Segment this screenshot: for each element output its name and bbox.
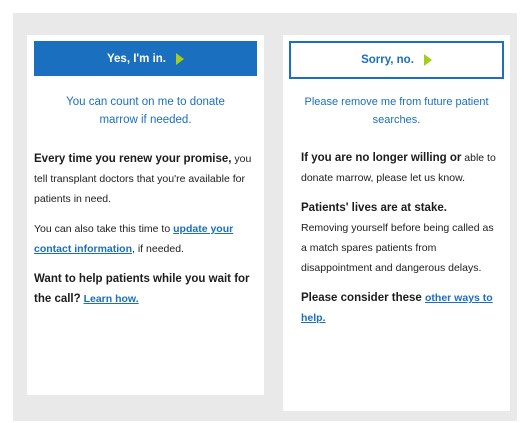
arrow-right-icon (175, 52, 184, 65)
learn-how-link[interactable]: Learn how. (84, 293, 139, 305)
stakes-rest: Removing yourself before being called as… (301, 222, 494, 274)
choice-frame: Yes, I'm in. You can count on me to dona… (13, 13, 517, 421)
other-ways-lead: Please consider these (301, 292, 426, 304)
yes-card: Yes, I'm in. You can count on me to dona… (27, 35, 264, 395)
no-button-label: Sorry, no. (361, 54, 414, 66)
yes-button-label: Yes, I'm in. (107, 52, 166, 65)
stakes-lead: Patients' lives are at stake. (301, 202, 447, 214)
no-tagline: Please remove me from future patient sea… (304, 96, 489, 126)
unwilling-lead: If you are no longer willing or (301, 152, 462, 164)
update-paragraph: You can also take this time to update yo… (34, 219, 257, 259)
renew-lead: Every time you renew your promise, (34, 153, 232, 165)
yes-body: Every time you renew your promise, you t… (34, 149, 257, 309)
update-after: , if needed. (132, 243, 184, 255)
help-lead: Want to help patients while you wait for… (34, 273, 250, 305)
no-body: If you are no longer willing or able to … (289, 148, 504, 328)
no-card: Sorry, no. Please remove me from future … (283, 35, 510, 411)
update-before: You can also take this time to (34, 223, 174, 235)
unwilling-paragraph: If you are no longer willing or able to … (301, 148, 496, 188)
renew-paragraph: Every time you renew your promise, you t… (34, 149, 257, 209)
no-button[interactable]: Sorry, no. (289, 41, 504, 79)
other-ways-paragraph: Please consider these other ways to help… (301, 288, 496, 328)
yes-button[interactable]: Yes, I'm in. (34, 41, 257, 76)
help-paragraph: Want to help patients while you wait for… (34, 269, 257, 309)
stakes-paragraph: Patients' lives are at stake. Removing y… (301, 198, 496, 278)
yes-tagline: You can count on me to donate marrow if … (66, 96, 225, 126)
arrow-right-icon (423, 54, 432, 66)
